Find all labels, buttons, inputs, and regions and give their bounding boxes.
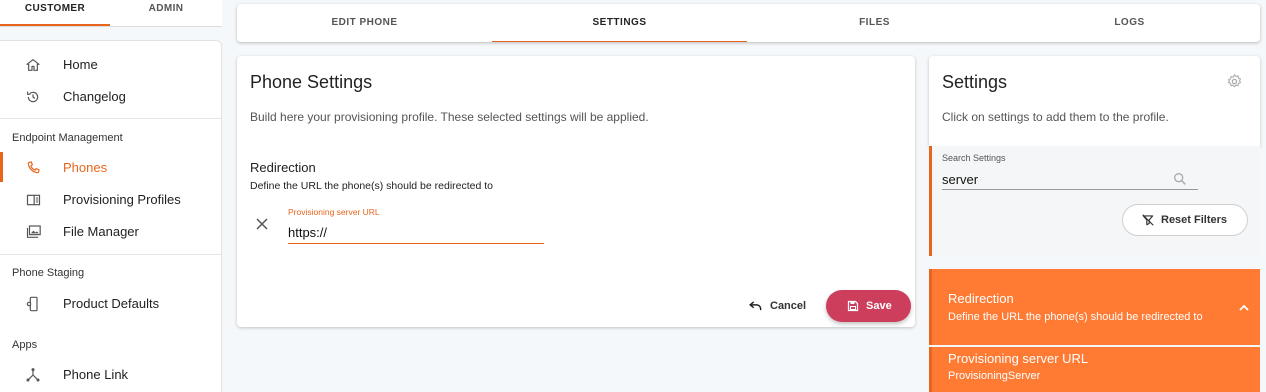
close-icon[interactable] (254, 216, 270, 232)
customer-admin-tabs: CUSTOMER ADMIN (0, 0, 222, 27)
section-phone-staging: Phone Staging (12, 267, 85, 279)
settings-title: Settings (942, 72, 1008, 92)
filter-off-icon (1141, 213, 1155, 230)
settings-description: Click on settings to add them to the pro… (942, 110, 1169, 124)
sidebar-item-label: Product Defaults (63, 295, 160, 311)
result-subtitle: ProvisioningServer (948, 370, 1041, 382)
sidebar: Home Changelog Endpoint Management Phone… (0, 40, 222, 392)
result-subtitle: Define the URL the phone(s) should be re… (948, 311, 1203, 323)
tab-edit-phone[interactable]: EDIT PHONE (237, 4, 492, 41)
sidebar-item-label: Phone Link (63, 366, 129, 382)
page-title: Phone Settings (250, 72, 373, 92)
gear-icon[interactable] (1226, 73, 1243, 90)
sidebar-item-label: File Manager (63, 223, 139, 239)
device-settings-icon (24, 295, 42, 313)
tab-logs[interactable]: LOGS (1002, 4, 1257, 41)
sidebar-item-phone-link[interactable]: Phone Link (0, 359, 221, 389)
link-network-icon (24, 366, 42, 384)
phone-settings-description: Build here your provisioning profile. Th… (250, 110, 649, 124)
result-title: Provisioning server URL (948, 351, 1089, 366)
history-icon (24, 88, 42, 106)
sidebar-item-label: Phones (63, 159, 108, 175)
section-apps: Apps (12, 339, 38, 351)
sidebar-item-product-defaults[interactable]: Product Defaults (0, 288, 221, 318)
save-label: Save (866, 300, 892, 312)
divider (0, 254, 221, 255)
sidebar-item-label: Provisioning Profiles (63, 191, 181, 207)
provisioning-url-input[interactable] (288, 221, 544, 244)
home-icon (24, 56, 42, 74)
settings-panel: Settings Click on settings to add them t… (929, 56, 1260, 146)
redirection-subtitle: Define the URL the phone(s) should be re… (250, 180, 494, 192)
tab-admin[interactable]: ADMIN (110, 0, 222, 26)
reset-filters-label: Reset Filters (1161, 214, 1228, 226)
tab-files[interactable]: FILES (747, 4, 1002, 41)
undo-icon (749, 300, 763, 315)
sidebar-item-phones[interactable]: Phones (0, 152, 221, 182)
phone-icon (24, 159, 42, 177)
search-settings-panel: Search Settings Reset Filters (929, 146, 1260, 256)
result-provisioning-server-url[interactable]: Provisioning server URL ProvisioningServ… (929, 347, 1260, 392)
sidebar-item-label: Home (63, 56, 98, 72)
sidebar-item-provisioning-profiles[interactable]: Provisioning Profiles (0, 184, 221, 214)
redirection-title: Redirection (250, 160, 316, 175)
sidebar-item-home[interactable]: Home (0, 49, 221, 79)
sidebar-item-file-manager[interactable]: File Manager (0, 216, 221, 246)
cancel-button[interactable]: Cancel (749, 294, 811, 318)
chevron-up-icon[interactable] (1238, 301, 1250, 313)
phone-tabs: EDIT PHONE SETTINGS FILES LOGS (237, 4, 1260, 42)
section-endpoint-management: Endpoint Management (12, 132, 123, 144)
sidebar-item-changelog[interactable]: Changelog (0, 81, 221, 111)
result-redirection[interactable]: Redirection Define the URL the phone(s) … (929, 269, 1260, 345)
save-button[interactable]: Save (826, 290, 911, 322)
phone-settings-card: Phone Settings Build here your provision… (237, 56, 915, 327)
tab-settings[interactable]: SETTINGS (492, 4, 747, 42)
provisioning-url-label: Provisioning server URL (288, 207, 380, 217)
search-icon[interactable] (1172, 171, 1188, 187)
sidebar-item-label: Changelog (63, 88, 126, 104)
save-icon (847, 300, 859, 315)
result-title: Redirection (948, 291, 1014, 306)
folder-image-icon (24, 223, 42, 241)
profile-icon (24, 191, 42, 209)
search-input[interactable] (942, 170, 1198, 190)
search-label: Search Settings (942, 153, 1006, 163)
tab-customer[interactable]: CUSTOMER (0, 0, 110, 26)
reset-filters-button[interactable]: Reset Filters (1122, 204, 1248, 236)
divider (0, 118, 221, 119)
cancel-label: Cancel (770, 300, 807, 312)
